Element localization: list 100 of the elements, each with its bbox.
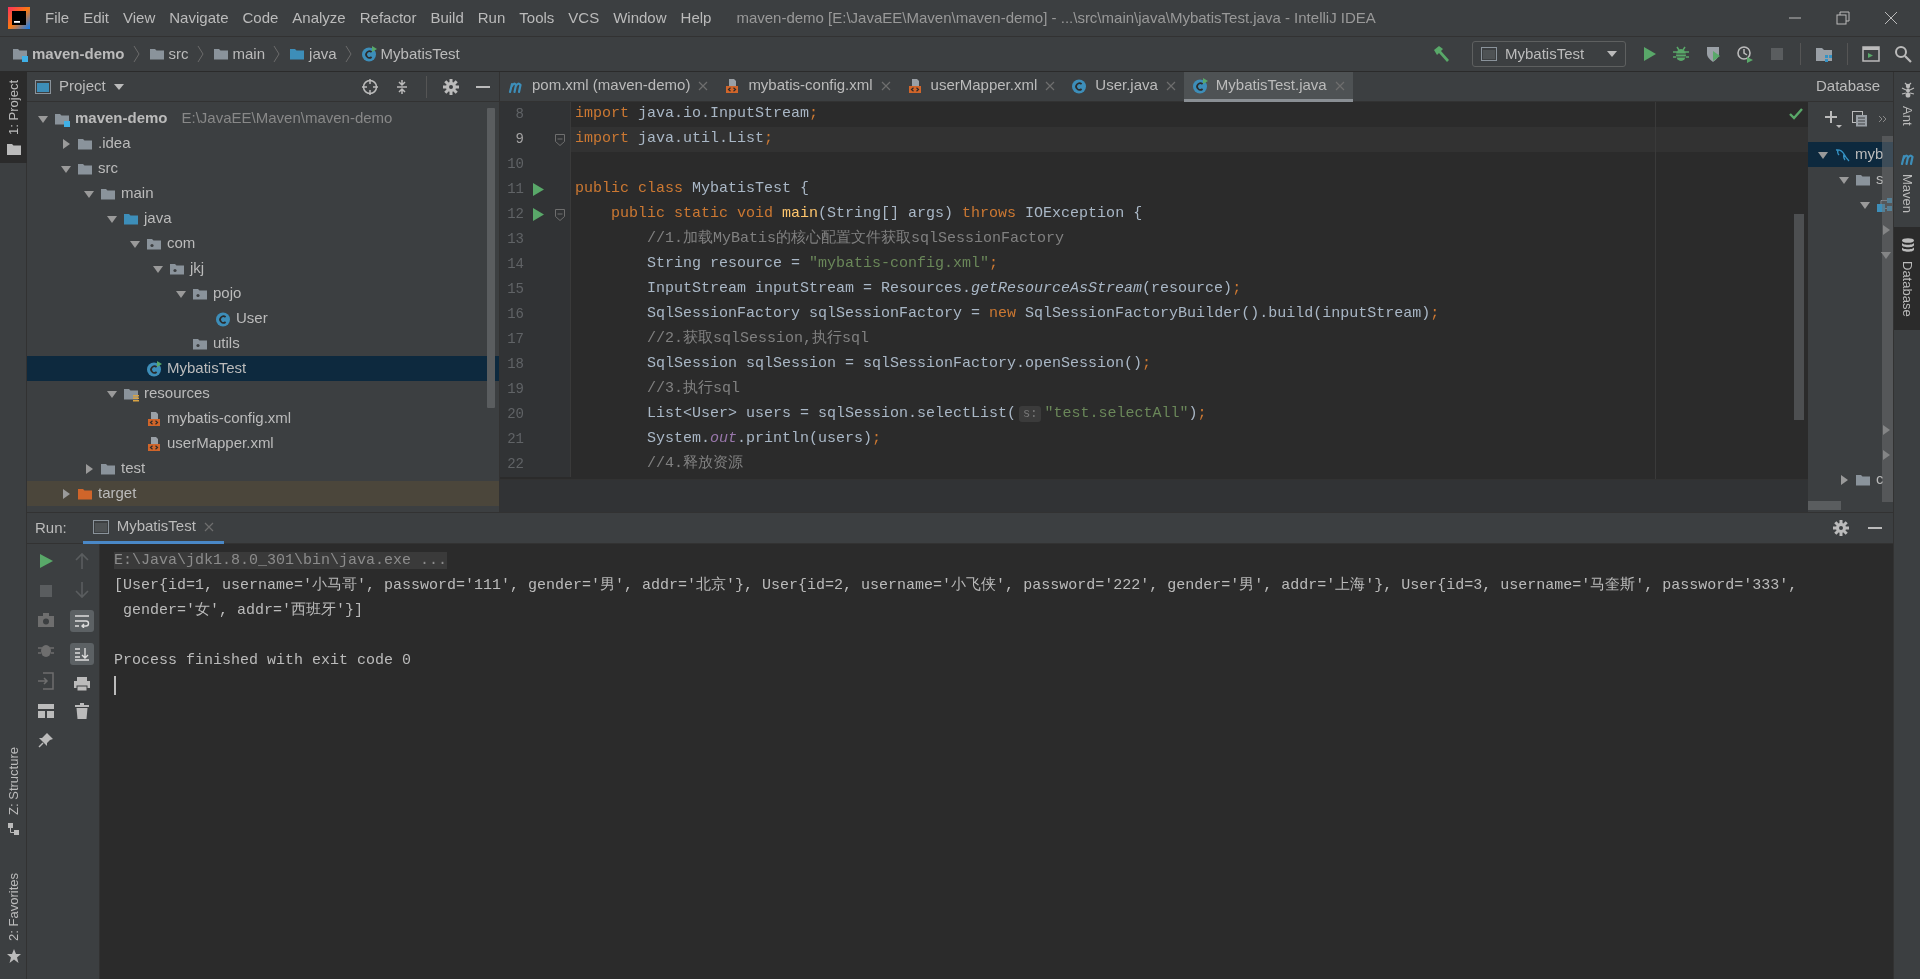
exit-icon[interactable] — [37, 672, 55, 690]
code-line: //4.释放资源 — [646, 454, 744, 475]
tool-window-button[interactable]: Ant — [1894, 72, 1920, 140]
editor-tab[interactable]: mybatis-config.xml — [716, 72, 899, 102]
tree-item[interactable]: com — [27, 231, 499, 256]
caret-right-icon[interactable] — [83, 462, 95, 475]
more-icon[interactable] — [1878, 114, 1888, 124]
caret-right-icon[interactable] — [1838, 473, 1850, 486]
settings-icon[interactable] — [1833, 520, 1849, 536]
tree-item[interactable]: test — [27, 456, 499, 481]
tree-item[interactable]: maven-demo E:\JavaEE\Maven\maven-demo — [27, 106, 499, 131]
menu-item[interactable]: Help — [673, 6, 719, 30]
pin-icon[interactable] — [38, 732, 54, 748]
folder-icon — [212, 46, 229, 62]
chevron-icon — [196, 45, 205, 63]
code-line: InputStream inputStream = Resources.getResourceAsStream(resource); — [646, 279, 1242, 300]
add-icon[interactable] — [1824, 110, 1842, 128]
terminal-window-icon[interactable] — [1862, 45, 1880, 63]
class-icon — [360, 46, 377, 62]
scroll-down-icon — [74, 647, 90, 661]
menu-item[interactable]: Tools — [512, 6, 562, 30]
chevron-icon — [132, 45, 141, 63]
trash-icon[interactable] — [75, 703, 89, 719]
camera-icon[interactable] — [37, 612, 55, 628]
tree-item[interactable]: userMapper.xml — [27, 431, 499, 456]
fold-icon[interactable] — [555, 133, 565, 146]
code-line: //1.加载MyBatis的核心配置文件获取sqlSessionFactory — [646, 228, 1065, 250]
fold-icon[interactable] — [555, 208, 565, 221]
run-icon[interactable] — [38, 552, 54, 570]
tool-window-button[interactable]: Database — [1894, 226, 1920, 331]
code-line: SqlSession sqlSession = sqlSessionFactory.openSession(); — [646, 354, 1152, 375]
soft-wrap-toggle[interactable] — [70, 610, 94, 632]
collapse-all-icon[interactable] — [394, 78, 410, 95]
tool-window-button[interactable]: Maven — [1894, 139, 1920, 227]
copy-icon[interactable] — [1852, 111, 1868, 127]
tree-item[interactable]: .idea — [27, 131, 499, 156]
tree-item[interactable]: User — [27, 306, 499, 331]
breadcrumb[interactable]: src — [144, 42, 193, 66]
caret-right-icon[interactable] — [60, 487, 72, 500]
printer-icon[interactable] — [73, 676, 91, 692]
tree-item[interactable]: s — [1808, 167, 1893, 192]
breadcrumb[interactable]: main — [208, 42, 270, 66]
run-icon[interactable] — [532, 208, 544, 221]
tree-item[interactable]: main — [27, 181, 499, 206]
editor-tab[interactable]: User.java — [1063, 72, 1184, 102]
restore-icon[interactable] — [1836, 11, 1850, 25]
wrap-icon — [74, 614, 90, 628]
tree-item[interactable]: myb — [1808, 142, 1893, 167]
menu-item[interactable]: Analyze — [285, 6, 353, 30]
tool-window-button[interactable]: Z: Structure — [0, 739, 27, 844]
folder-grid-icon[interactable] — [1815, 45, 1833, 63]
breadcrumb[interactable]: java — [285, 42, 341, 66]
tool-window-button[interactable]: 1: Project — [0, 72, 27, 163]
crosshair-icon[interactable] — [362, 78, 378, 95]
menu-item[interactable]: View — [116, 6, 163, 30]
menu-item[interactable]: Run — [470, 6, 513, 30]
editor-tab[interactable]: userMapper.xml — [898, 72, 1064, 102]
editor-tab[interactable]: MybatisTest.java — [1183, 72, 1353, 102]
bug-icon[interactable] — [1672, 45, 1690, 63]
run-icon[interactable] — [532, 183, 544, 196]
search-icon[interactable] — [1894, 45, 1912, 63]
shield-icon[interactable] — [1704, 45, 1722, 63]
hammer-icon[interactable] — [1432, 45, 1450, 63]
tree-item[interactable]: jkj — [27, 256, 499, 281]
schema-icon — [1876, 196, 1892, 213]
console-line: gender='女', addr='西班牙'}] — [122, 600, 365, 621]
tree-item[interactable]: resources — [27, 381, 499, 406]
caret-down-icon — [1607, 51, 1617, 57]
menu-item[interactable]: Code — [235, 6, 286, 30]
breadcrumb[interactable]: MybatisTest — [356, 42, 464, 66]
window-title: maven-demo [E:\JavaEE\Maven\maven-demo] - ...\src\main\java\MybatisTest.java - IntelliJ IDEA — [736, 7, 1376, 28]
menu-item[interactable]: File — [38, 6, 77, 30]
menu-item[interactable]: Window — [606, 6, 674, 30]
tree-item[interactable]: pojo — [27, 281, 499, 306]
layout-icon[interactable] — [37, 703, 55, 719]
editor-tab[interactable]: pom.xml (maven-demo) — [500, 72, 717, 102]
folder-icon — [148, 46, 165, 62]
menu-item[interactable]: Build — [423, 6, 471, 30]
scroll-to-end-toggle[interactable] — [70, 643, 94, 665]
tree-item[interactable]: java — [27, 206, 499, 231]
caret-right-icon[interactable] — [60, 137, 72, 150]
clock-icon[interactable] — [1736, 45, 1754, 63]
tool-window-button[interactable]: 2: Favorites — [0, 865, 27, 971]
tree-item[interactable]: src — [27, 156, 499, 181]
tree-item[interactable]: MybatisTest — [27, 356, 499, 381]
panel-title-dropdown[interactable]: Project — [35, 75, 124, 98]
tree-item[interactable]: target — [27, 481, 499, 506]
menu-item[interactable]: VCS — [561, 6, 607, 30]
tree-item[interactable]: c — [1808, 467, 1893, 492]
breadcrumb[interactable]: maven-demo — [8, 42, 129, 66]
code-line: SqlSessionFactory sqlSessionFactory = new SqlSessionFactoryBuilder().build(inputStream); — [646, 304, 1440, 325]
settings-icon[interactable] — [443, 78, 459, 95]
tree-item[interactable]: utils — [27, 331, 499, 356]
code-line: String resource = "mybatis-config.xml"; — [646, 254, 999, 275]
menu-item[interactable]: Edit — [76, 6, 117, 30]
run-configuration-dropdown[interactable]: MybatisTest — [1472, 41, 1626, 67]
tree-item[interactable]: mybatis-config.xml — [27, 406, 499, 431]
close-icon[interactable] — [1884, 11, 1898, 25]
menu-item[interactable]: Navigate — [162, 6, 236, 30]
menu-item[interactable]: Refactor — [352, 6, 424, 30]
